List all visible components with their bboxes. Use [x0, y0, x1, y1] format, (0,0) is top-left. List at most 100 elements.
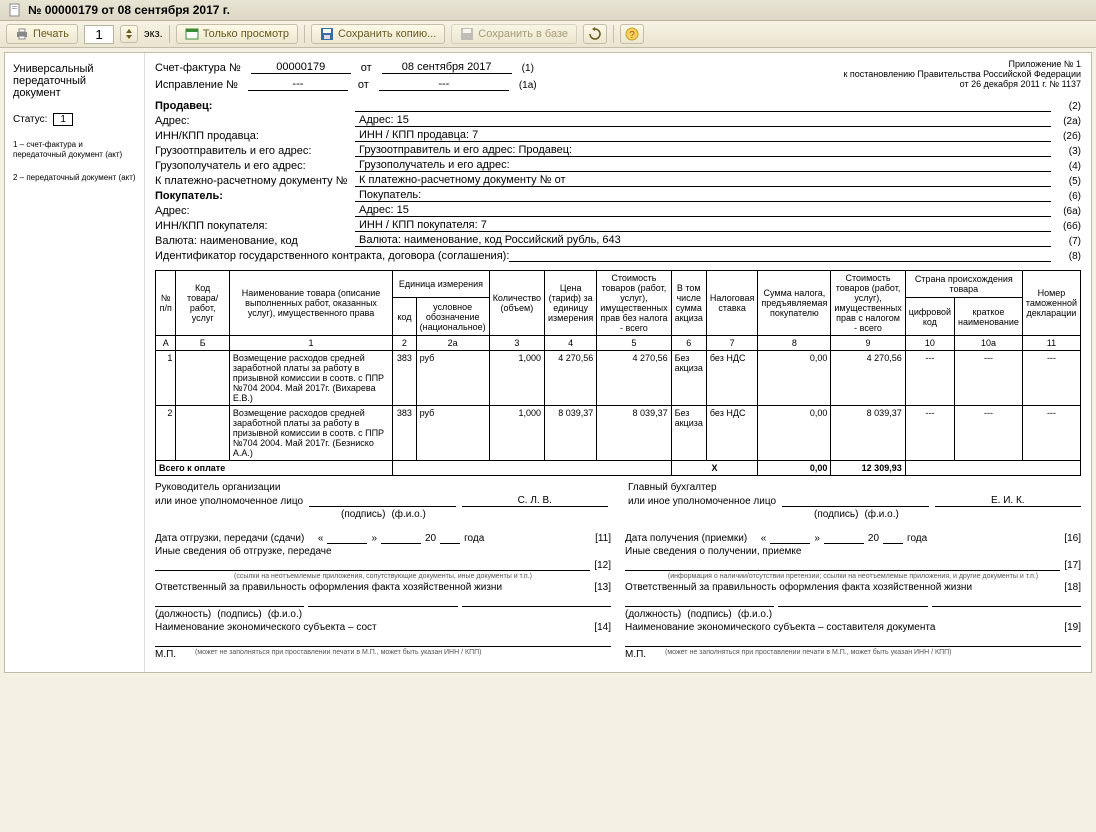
cell: 4 270,56: [831, 351, 905, 406]
cell: 0,00: [758, 406, 831, 461]
cell: 0,00: [758, 351, 831, 406]
colnum: 10: [905, 336, 954, 351]
cell: Без акциза: [671, 406, 706, 461]
sig-left-sign: [309, 495, 456, 507]
save-db-label: Сохранить в базе: [478, 28, 568, 40]
cell: 1,000: [489, 406, 544, 461]
cpr1: (должность): [625, 609, 681, 620]
separator: [169, 25, 170, 43]
th-rate: Налоговая ставка: [706, 271, 758, 336]
n17: [17]: [1064, 560, 1081, 571]
copies-stepper[interactable]: [120, 25, 138, 43]
view-only-button[interactable]: Только просмотр: [176, 24, 298, 44]
cell: Возмещение расходов средней заработной п…: [229, 406, 392, 461]
qe1: »: [371, 533, 377, 544]
lower-left: Дата отгрузки, передачи (сдачи) «»20года…: [155, 530, 611, 660]
colnum: 8: [758, 336, 831, 351]
n12: [12]: [594, 560, 611, 571]
th-ucode: код: [393, 298, 416, 336]
cap-sign2: (подпись): [814, 509, 858, 520]
note12: (ссылки на неотъемлемые приложения, сопу…: [155, 573, 611, 580]
cell: 383: [393, 406, 416, 461]
f-baddr-lbl: Адрес:: [155, 205, 355, 217]
f-con-num: (8): [1051, 251, 1081, 262]
th-unit: Единица измерения: [393, 271, 490, 298]
n19: [19]: [1064, 622, 1081, 633]
items-table: № п/п Код товара/ работ, услуг Наименова…: [155, 270, 1081, 476]
mpn-l: (может не заполняться при проставлении п…: [195, 649, 481, 656]
f-inns-val: ИНН / КПП продавца: 7: [355, 129, 1051, 142]
th-npp: № п/п: [156, 271, 176, 336]
copies-input[interactable]: [84, 25, 114, 44]
q1: «: [318, 533, 324, 544]
copies-unit: экз.: [144, 28, 163, 40]
corr-no: ---: [248, 78, 348, 91]
column-numbers: АБ122а34567891010а11: [156, 336, 1081, 351]
from-label-2: от: [358, 79, 369, 91]
cell: 383: [393, 351, 416, 406]
other-lbl-r: Иные сведения о получении, приемке: [625, 546, 801, 557]
econ-l: Наименование экономического субъекта – с…: [155, 622, 377, 633]
f-con-lbl: Идентификатор государственного контракта…: [155, 250, 509, 262]
print-button[interactable]: Печать: [6, 24, 78, 44]
n16: [16]: [1064, 533, 1081, 544]
table-icon: [185, 27, 199, 41]
view-only-label: Только просмотр: [203, 28, 289, 40]
qe2: »: [814, 533, 820, 544]
svg-text:?: ?: [629, 30, 635, 41]
colnum: 11: [1022, 336, 1080, 351]
cell: без НДС: [706, 351, 758, 406]
help-button[interactable]: ?: [620, 24, 644, 44]
titlebar: № 00000179 от 08 сентября 2017 г.: [0, 0, 1096, 21]
sig-right-name: Е. И. К.: [935, 495, 1082, 507]
reg-l1: Приложение № 1: [843, 59, 1081, 69]
colnum: А: [156, 336, 176, 351]
f-inns-num: (2б): [1051, 131, 1081, 142]
upd-title-3: документ: [13, 87, 136, 99]
p1: (1): [522, 63, 534, 74]
save-copy-label: Сохранить копию...: [338, 28, 436, 40]
main-area: Приложение № 1 к постановлению Правитель…: [145, 53, 1091, 672]
p1a: (1а): [519, 80, 537, 91]
table-row: 1Возмещение расходов средней заработной …: [156, 351, 1081, 406]
cell: ---: [905, 351, 954, 406]
save-db-button[interactable]: Сохранить в базе: [451, 24, 577, 44]
legend-2: 2 – передаточный документ (акт): [13, 173, 136, 183]
cpr3: (ф.и.о.): [738, 609, 772, 620]
colnum: 2: [393, 336, 416, 351]
reg-l3: от 26 декабря 2011 г. № 1137: [843, 79, 1081, 89]
th-tax: Сумма налога, предъявляемая покупателю: [758, 271, 831, 336]
sig-left-sub: или иное уполномоченное лицо: [155, 496, 303, 507]
f-cons-num: (3): [1051, 146, 1081, 157]
floppy-icon: [320, 27, 334, 41]
f-baddr-val: Адрес: 15: [355, 204, 1051, 217]
cell: 4 270,56: [597, 351, 671, 406]
totals-tax: 0,00: [758, 461, 831, 476]
print-label: Печать: [33, 28, 69, 40]
cell: [176, 351, 230, 406]
note17: (информация о наличии/отсутствии претенз…: [625, 573, 1081, 580]
f-addr-num: (2а): [1051, 116, 1081, 127]
cpl1: (должность): [155, 609, 211, 620]
corr-label: Исправление №: [155, 79, 238, 91]
totals-total: 12 309,93: [831, 461, 905, 476]
colnum: 6: [671, 336, 706, 351]
th-price: Цена (тариф) за единицу измерения: [545, 271, 597, 336]
save-copy-button[interactable]: Сохранить копию...: [311, 24, 445, 44]
from-label: от: [361, 62, 372, 74]
fields-block: Продавец:(2) Адрес:Адрес: 15(2а) ИНН/КПП…: [155, 99, 1081, 262]
invoice-no-label: Счет-фактура №: [155, 62, 241, 74]
regulation-note: Приложение № 1 к постановлению Правитель…: [843, 59, 1081, 89]
th-uname: условное обозначение (национальное): [416, 298, 489, 336]
refresh-button[interactable]: [583, 24, 607, 44]
f-buyer-lbl: Покупатель:: [155, 190, 355, 202]
left-panel: Универсальный передаточный документ Стат…: [5, 53, 145, 672]
mpn-r: (может не заполняться при проставлении п…: [665, 649, 951, 656]
colnum: 5: [597, 336, 671, 351]
cell: 1,000: [489, 351, 544, 406]
th-total: Стоимость товаров (работ, услуг), имущес…: [831, 271, 905, 336]
f-innb-lbl: ИНН/КПП покупателя:: [155, 220, 355, 232]
cell: руб: [416, 351, 489, 406]
floppy-db-icon: [460, 27, 474, 41]
upd-title-1: Универсальный: [13, 63, 136, 75]
